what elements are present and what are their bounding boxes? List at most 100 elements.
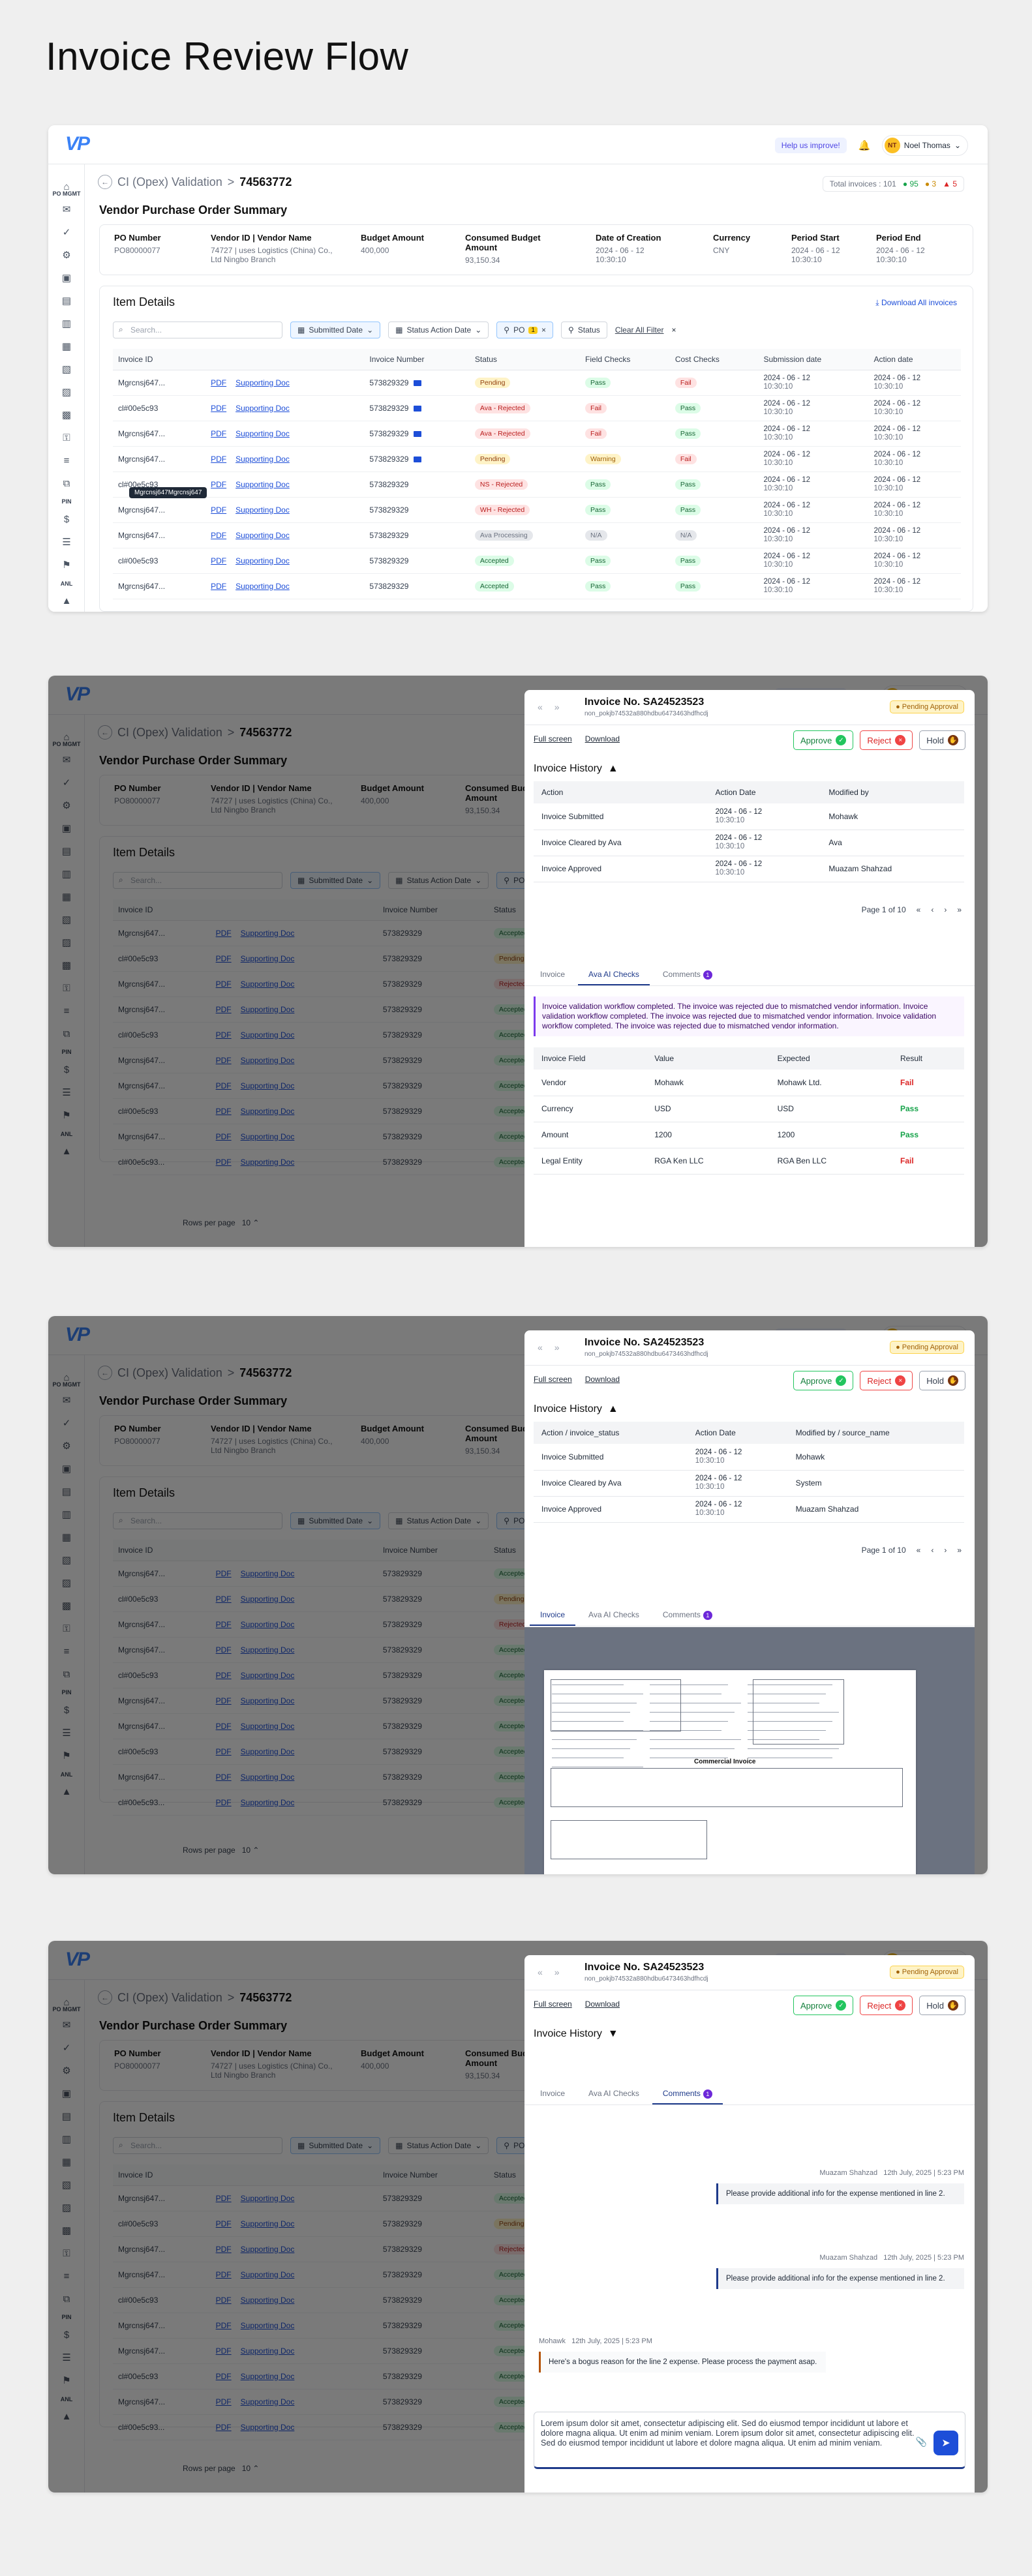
chevron-left-icon[interactable]: «	[538, 702, 543, 712]
bell-icon[interactable]: 🔔	[856, 137, 873, 154]
approve-button[interactable]: Approve ✓	[793, 1996, 854, 2015]
approve-button[interactable]: Approve ✓	[793, 730, 854, 750]
reject-button[interactable]: Reject ×	[860, 1371, 913, 1390]
chevron-right-icon[interactable]: »	[554, 1342, 560, 1353]
sidebar-nav-icon[interactable]: ▲	[57, 592, 76, 610]
column-header[interactable]: Submission date	[758, 349, 869, 370]
sidebar-nav-icon[interactable]: ⚿	[57, 428, 76, 447]
clear-filters-button[interactable]: Clear All Filter	[615, 325, 664, 335]
sidebar-nav-icon[interactable]: ▦	[57, 337, 76, 355]
first-page-icon[interactable]: «	[917, 905, 921, 914]
history-title[interactable]: Invoice History ▼	[534, 2028, 618, 2040]
full-screen-button[interactable]: Full screen	[534, 1375, 572, 1384]
sidebar-nav-icon[interactable]: ✉	[57, 200, 76, 218]
document-viewer[interactable]: Commercial Invoice	[524, 1627, 975, 1874]
pdf-link[interactable]: PDF	[211, 505, 226, 515]
column-header[interactable]: Invoice Number	[364, 349, 470, 370]
supporting-doc-link[interactable]: Supporting Doc	[235, 404, 290, 413]
send-button[interactable]: ➤	[933, 2431, 958, 2455]
sidebar-nav-icon[interactable]: ☰	[57, 533, 76, 551]
mail-icon[interactable]	[414, 405, 422, 412]
sidebar-nav-icon[interactable]: ▣	[57, 269, 76, 287]
download-button[interactable]: Download	[585, 1375, 620, 1384]
reject-button[interactable]: Reject ×	[860, 730, 913, 750]
history-title[interactable]: Invoice History ▲	[534, 1403, 618, 1415]
supporting-doc-link[interactable]: Supporting Doc	[235, 480, 290, 489]
column-header[interactable]: Cost Checks	[669, 349, 759, 370]
full-screen-button[interactable]: Full screen	[534, 1999, 572, 2009]
table-row[interactable]: cl#00e5c93 PDF Supporting Doc 573829329 A…	[113, 395, 961, 421]
hold-button[interactable]: Hold ✋	[919, 730, 965, 750]
tab-comments[interactable]: Comments 1	[652, 964, 723, 985]
column-header[interactable]: Invoice ID	[113, 349, 206, 370]
history-title[interactable]: Invoice History ▲	[534, 763, 618, 775]
invoice-id[interactable]: Mgrcnsj647...	[113, 421, 206, 447]
table-row[interactable]: Mgrcnsj647... PDF Supporting Doc 57382932…	[113, 522, 961, 548]
tab-comments[interactable]: Comments 1	[652, 2083, 723, 2104]
status-filter[interactable]: ⚲ Status	[560, 322, 607, 338]
column-header[interactable]	[205, 349, 365, 370]
mail-icon[interactable]	[414, 430, 422, 437]
supporting-doc-link[interactable]: Supporting Doc	[235, 378, 290, 387]
chevron-left-icon[interactable]: «	[538, 1967, 543, 1977]
invoice-id[interactable]: cl#00e5c93	[113, 395, 206, 421]
approve-button[interactable]: Approve ✓	[793, 1371, 854, 1390]
pdf-link[interactable]: PDF	[211, 480, 226, 489]
attach-icon[interactable]: 📎	[916, 2437, 927, 2447]
next-page-icon[interactable]: ›	[944, 905, 947, 914]
invoice-id[interactable]: Mgrcnsj647...	[113, 497, 206, 523]
hold-button[interactable]: Hold ✋	[919, 1371, 965, 1390]
sidebar-nav-icon[interactable]: ▧	[57, 360, 76, 378]
invoice-id[interactable]: cl#00e5c93	[113, 548, 206, 574]
table-row[interactable]: Mgrcnsj647... PDF Supporting Doc 57382932…	[113, 421, 961, 447]
submitted-date-filter[interactable]: ▦ Submitted Date ⌄	[290, 322, 381, 338]
supporting-doc-link[interactable]: Supporting Doc	[235, 455, 290, 464]
tab-ava-ai-checks[interactable]: Ava AI Checks	[578, 1604, 650, 1626]
table-row[interactable]: cl#00e5c93 PDF Supporting Doc 573829329 N…	[113, 472, 961, 498]
last-page-icon[interactable]: »	[957, 905, 962, 914]
reject-button[interactable]: Reject ×	[860, 1996, 913, 2015]
sidebar-nav-icon[interactable]: ⚑	[57, 556, 76, 574]
invoice-id[interactable]: Mgrcnsj647...	[113, 573, 206, 599]
table-row[interactable]: Mgrcnsj647... PDF Supporting Doc 57382932…	[113, 573, 961, 599]
supporting-doc-link[interactable]: Supporting Doc	[235, 505, 290, 515]
pdf-link[interactable]: PDF	[211, 455, 226, 464]
pdf-link[interactable]: PDF	[211, 531, 226, 540]
prev-page-icon[interactable]: ‹	[931, 1546, 933, 1555]
sidebar-nav-icon[interactable]: ▤	[57, 292, 76, 310]
table-row[interactable]: Mgrcnsj647... PDF Supporting Doc 57382932…	[113, 446, 961, 472]
tab-ava-ai-checks[interactable]: Ava AI Checks	[578, 964, 650, 985]
sidebar-nav-icon[interactable]: ▩	[57, 406, 76, 424]
supporting-doc-link[interactable]: Supporting Doc	[235, 531, 290, 540]
chevron-right-icon[interactable]: »	[554, 702, 560, 712]
first-page-icon[interactable]: «	[917, 1546, 921, 1555]
last-page-icon[interactable]: »	[957, 1546, 962, 1555]
download-all-button[interactable]: ⤓ Download All invoices	[875, 298, 957, 308]
invoice-id[interactable]: Mgrcnsj647...	[113, 370, 206, 396]
table-row[interactable]: Mgrcnsj647... PDF Supporting Doc 57382932…	[113, 497, 961, 523]
table-row[interactable]: cl#00e5c93 PDF Supporting Doc 573829329 A…	[113, 548, 961, 574]
column-header[interactable]: Status	[469, 349, 581, 370]
next-page-icon[interactable]: ›	[944, 1546, 947, 1555]
chevron-left-icon[interactable]: «	[538, 1342, 543, 1353]
download-button[interactable]: Download	[585, 1999, 620, 2009]
tab-ava-ai-checks[interactable]: Ava AI Checks	[578, 2083, 650, 2104]
pdf-link[interactable]: PDF	[211, 404, 226, 413]
user-menu[interactable]: NTNoel Thomas ⌄	[881, 135, 968, 156]
sidebar-nav-icon[interactable]: ▨	[57, 383, 76, 401]
chevron-right-icon[interactable]: »	[554, 1967, 560, 1977]
tab-invoice[interactable]: Invoice	[530, 2083, 575, 2104]
sidebar-nav-icon[interactable]: ≡	[57, 451, 76, 470]
tab-invoice[interactable]: Invoice	[530, 964, 575, 985]
back-icon[interactable]: ←	[98, 175, 112, 189]
mail-icon[interactable]	[414, 456, 422, 462]
supporting-doc-link[interactable]: Supporting Doc	[235, 582, 290, 591]
hold-button[interactable]: Hold ✋	[919, 1996, 965, 2015]
breadcrumb-parent[interactable]: CI (Opex) Validation	[117, 175, 222, 189]
sidebar-nav-icon[interactable]: ⧉	[57, 474, 76, 492]
sidebar-nav-icon[interactable]: $	[57, 510, 76, 528]
pdf-link[interactable]: PDF	[211, 429, 226, 438]
comment-input[interactable]: Lorem ipsum dolor sit amet, consectetur …	[534, 2412, 965, 2469]
supporting-doc-link[interactable]: Supporting Doc	[235, 429, 290, 438]
prev-page-icon[interactable]: ‹	[931, 905, 933, 914]
